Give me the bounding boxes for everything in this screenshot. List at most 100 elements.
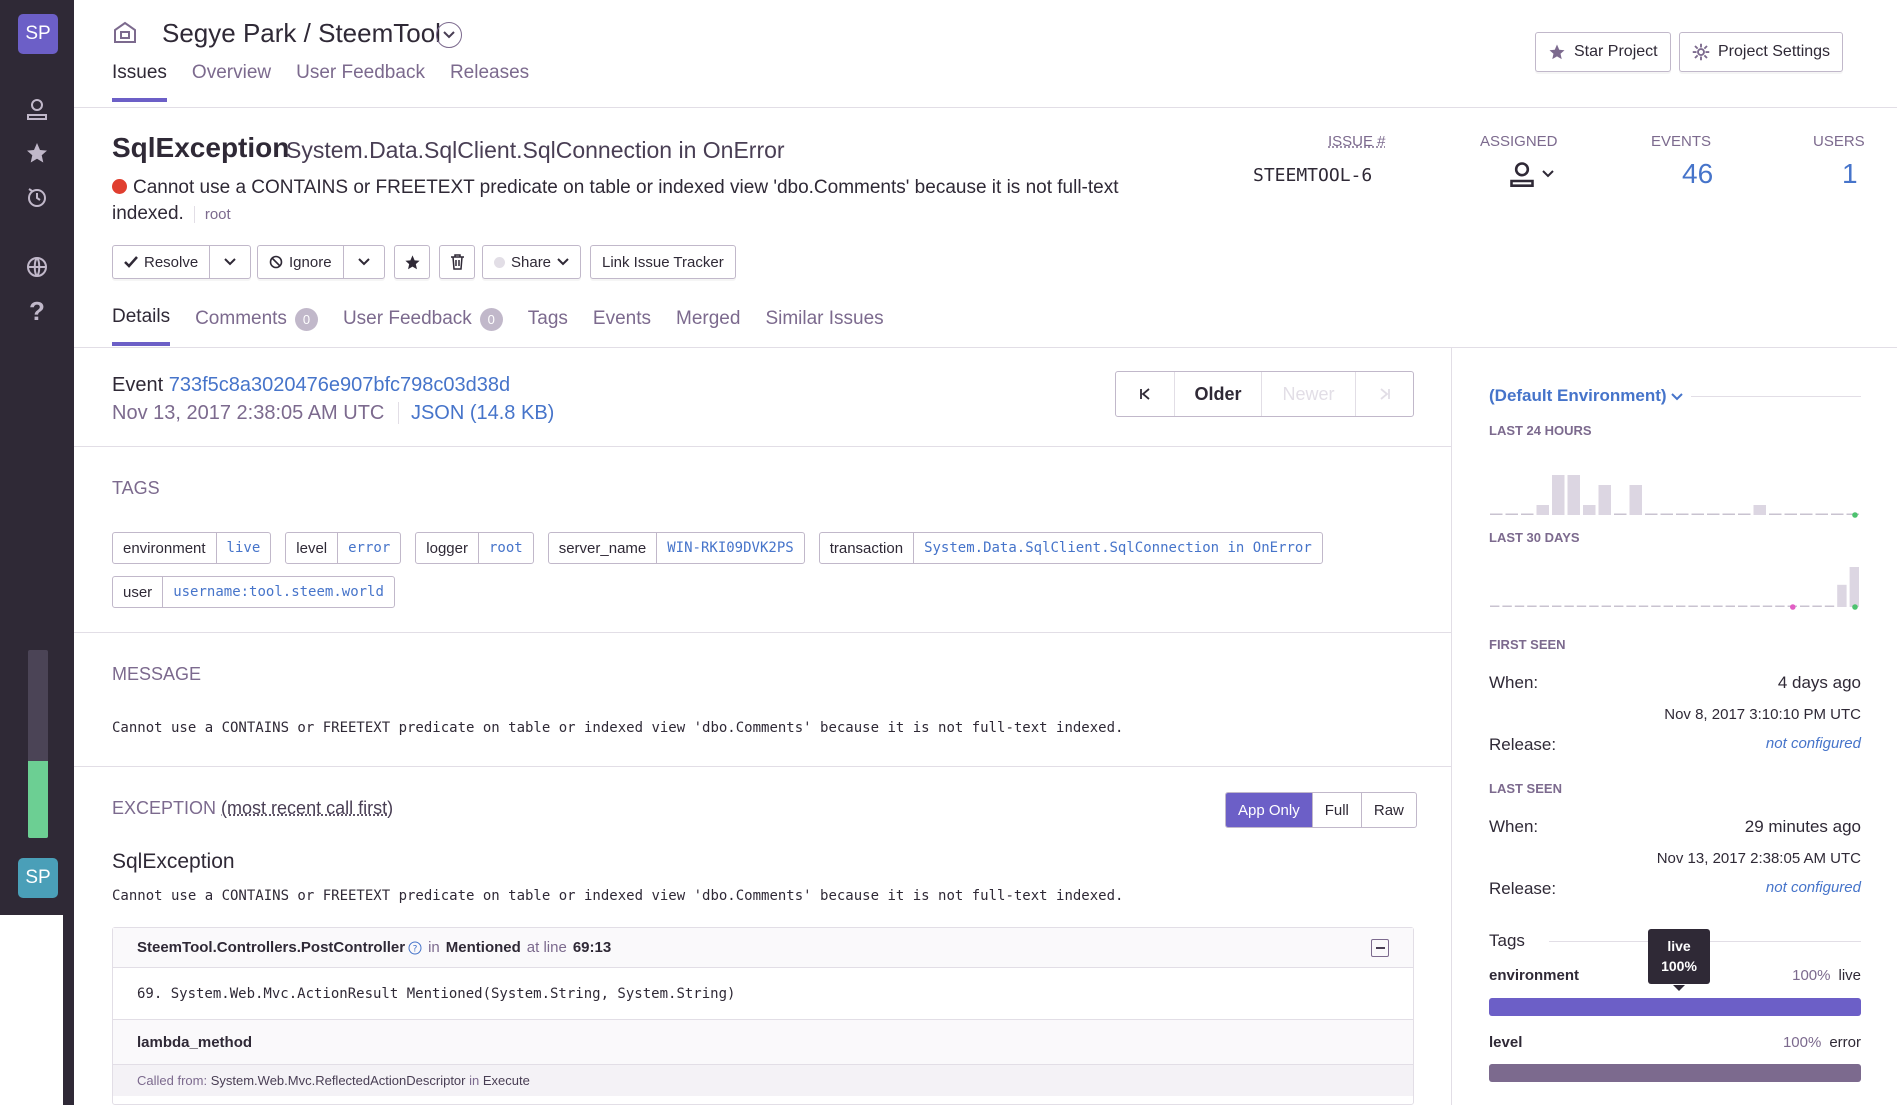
- chart-bar[interactable]: [1775, 605, 1785, 608]
- chart-bar[interactable]: [1614, 605, 1624, 608]
- chart-bar[interactable]: [1552, 475, 1565, 515]
- chart-bar[interactable]: [1784, 513, 1798, 516]
- user-icon[interactable]: [22, 94, 52, 124]
- chart-bar[interactable]: [1738, 605, 1748, 608]
- tag-value[interactable]: WIN-RKI09DVK2PS: [657, 533, 803, 563]
- tab-user-feedback[interactable]: User Feedback: [296, 62, 425, 102]
- user-avatar[interactable]: SP: [18, 858, 58, 898]
- chart-bar[interactable]: [1502, 605, 1512, 608]
- chart-bar[interactable]: [1552, 605, 1562, 608]
- frame-header[interactable]: SteemTool.Controllers.PostController ? i…: [113, 928, 1413, 968]
- chart-bar[interactable]: [1800, 513, 1813, 516]
- bookmark-button[interactable]: [394, 245, 430, 279]
- chart-bar[interactable]: [1831, 513, 1844, 516]
- chart-bar[interactable]: [1815, 513, 1829, 516]
- chart-bar[interactable]: [1660, 513, 1674, 516]
- first-seen-release-link[interactable]: not configured: [1766, 735, 1861, 755]
- older-button[interactable]: Older: [1174, 372, 1261, 416]
- chart-bar[interactable]: [1676, 513, 1689, 516]
- chart-bar[interactable]: [1514, 605, 1525, 608]
- tab-merged[interactable]: Merged: [676, 306, 740, 346]
- tab-similar-issues[interactable]: Similar Issues: [765, 306, 883, 346]
- chart-bar[interactable]: [1700, 605, 1711, 608]
- chart-bar[interactable]: [1583, 505, 1596, 515]
- project-home-icon[interactable]: [112, 20, 138, 48]
- event-id-link[interactable]: 733f5c8a3020476e907bfc798c03d38d: [169, 374, 510, 396]
- full-button[interactable]: Full: [1311, 793, 1361, 827]
- event-json-link[interactable]: JSON (14.8 KB): [397, 402, 555, 424]
- chart-bar[interactable]: [1536, 505, 1550, 515]
- tag-value[interactable]: System.Data.SqlClient.SqlConnection in O…: [914, 533, 1322, 563]
- chart-bar[interactable]: [1576, 605, 1587, 608]
- tag-distribution-level[interactable]: level 100% error: [1489, 1034, 1861, 1051]
- ignore-button[interactable]: Ignore: [258, 246, 343, 278]
- chart-bar[interactable]: [1564, 605, 1574, 608]
- delete-button[interactable]: [439, 245, 475, 279]
- chart-bar[interactable]: [1663, 605, 1673, 608]
- chart-bar[interactable]: [1800, 605, 1810, 608]
- users-count[interactable]: 1: [1842, 158, 1858, 190]
- chart-bar[interactable]: [1713, 605, 1723, 608]
- help-icon[interactable]: ?: [22, 296, 52, 326]
- org-name[interactable]: Segye Park: [162, 18, 296, 48]
- project-settings-button[interactable]: Project Settings: [1679, 32, 1844, 72]
- last-24h-chart[interactable]: [1489, 466, 1861, 521]
- star-project-button[interactable]: Star Project: [1535, 32, 1671, 72]
- events-count[interactable]: 46: [1682, 158, 1713, 190]
- star-icon[interactable]: [22, 138, 52, 168]
- link-issue-tracker-button[interactable]: Link Issue Tracker: [590, 245, 736, 279]
- chart-bar[interactable]: [1849, 567, 1859, 607]
- chart-bar[interactable]: [1722, 513, 1736, 516]
- tab-tags[interactable]: Tags: [528, 306, 568, 346]
- tag-value[interactable]: error: [338, 533, 400, 563]
- tag-pill[interactable]: level error: [285, 532, 402, 564]
- raw-button[interactable]: Raw: [1360, 793, 1416, 827]
- app-only-button[interactable]: App Only: [1226, 793, 1312, 827]
- oldest-button[interactable]: [1116, 372, 1174, 416]
- chart-bar[interactable]: [1539, 605, 1549, 608]
- tag-pill[interactable]: environment live: [112, 532, 272, 564]
- org-avatar[interactable]: SP: [18, 14, 58, 54]
- help-icon[interactable]: ?: [408, 941, 422, 955]
- tag-pill[interactable]: user username:tool.steem.world: [112, 576, 395, 608]
- chart-bar[interactable]: [1626, 605, 1636, 608]
- tag-pill[interactable]: transaction System.Data.SqlClient.SqlConn…: [818, 532, 1323, 564]
- tag-value[interactable]: root: [479, 533, 533, 563]
- chart-bar[interactable]: [1812, 605, 1822, 608]
- exception-order-toggle[interactable]: (most recent call first): [221, 798, 393, 818]
- chart-bar[interactable]: [1598, 485, 1612, 515]
- first-seen-marker[interactable]: [1790, 604, 1796, 610]
- ignore-dropdown-button[interactable]: [342, 246, 384, 278]
- tab-overview[interactable]: Overview: [192, 62, 271, 102]
- tag-value[interactable]: live: [217, 533, 271, 563]
- chart-bar[interactable]: [1589, 605, 1599, 608]
- tag-pill[interactable]: logger root: [415, 532, 534, 564]
- environment-dropdown[interactable]: (Default Environment): [1489, 386, 1692, 406]
- share-button[interactable]: Share: [482, 245, 582, 279]
- release-marker[interactable]: [1852, 512, 1858, 518]
- chart-bar[interactable]: [1691, 513, 1705, 516]
- chart-bar[interactable]: [1707, 513, 1720, 516]
- onboarding-progress[interactable]: [28, 650, 48, 838]
- chart-bar[interactable]: [1527, 605, 1537, 608]
- chart-bar[interactable]: [1676, 605, 1686, 608]
- chart-bar[interactable]: [1688, 605, 1698, 608]
- chart-bar[interactable]: [1750, 605, 1760, 608]
- tab-user-feedback[interactable]: User Feedback 0: [343, 306, 503, 346]
- chart-bar[interactable]: [1601, 605, 1611, 608]
- tag-bar-environment-track[interactable]: [1489, 998, 1861, 1016]
- tag-value[interactable]: username:tool.steem.world: [163, 577, 394, 607]
- chart-bar[interactable]: [1762, 605, 1773, 608]
- chart-bar[interactable]: [1725, 605, 1735, 608]
- chart-bar[interactable]: [1753, 505, 1767, 515]
- chart-bar[interactable]: [1769, 513, 1782, 516]
- chart-bar[interactable]: [1490, 513, 1503, 516]
- chart-bar[interactable]: [1505, 513, 1519, 516]
- newer-button[interactable]: Newer: [1261, 372, 1355, 416]
- tab-comments[interactable]: Comments 0: [195, 306, 318, 346]
- chart-bar[interactable]: [1837, 584, 1847, 607]
- chart-bar[interactable]: [1521, 513, 1534, 516]
- frame-header[interactable]: lambda_method: [113, 1020, 1413, 1064]
- release-marker[interactable]: [1852, 604, 1858, 610]
- resolve-dropdown-button[interactable]: [209, 246, 250, 278]
